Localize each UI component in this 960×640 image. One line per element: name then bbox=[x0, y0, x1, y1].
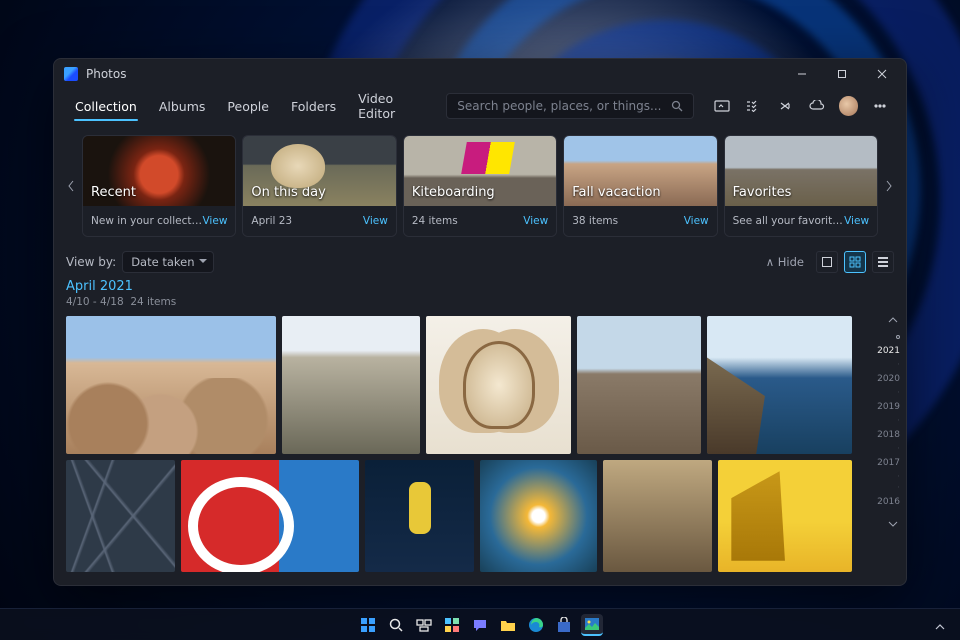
app-icon bbox=[64, 67, 78, 81]
photo-thumbnail[interactable] bbox=[282, 316, 420, 454]
tab-collection[interactable]: Collection bbox=[66, 93, 146, 120]
photos-taskbar-icon[interactable] bbox=[581, 614, 603, 636]
nav-row: Collection Albums People Folders Video E… bbox=[54, 89, 906, 123]
photo-grid bbox=[54, 312, 860, 585]
photo-thumbnail[interactable] bbox=[66, 316, 276, 454]
chevron-up-icon[interactable] bbox=[888, 316, 900, 328]
view-bar: View by: Date taken ∧ Hide bbox=[54, 245, 906, 273]
store-icon[interactable] bbox=[553, 614, 575, 636]
maximize-button[interactable] bbox=[822, 59, 862, 89]
task-view-icon[interactable] bbox=[413, 614, 435, 636]
card-fall-vacation[interactable]: Fall vacaction 38 itemsView bbox=[563, 135, 717, 237]
photo-thumbnail[interactable] bbox=[577, 316, 700, 454]
section-header: April 2021 4/10 - 4/18 24 items bbox=[54, 273, 906, 312]
timeline-year[interactable]: 2018 bbox=[877, 430, 900, 440]
photo-thumbnail[interactable] bbox=[426, 316, 571, 454]
tray-chevron-icon[interactable] bbox=[934, 617, 946, 636]
chat-icon[interactable] bbox=[469, 614, 491, 636]
view-by-label: View by: bbox=[66, 255, 116, 269]
close-button[interactable] bbox=[862, 59, 902, 89]
tab-video-editor[interactable]: Video Editor bbox=[349, 85, 442, 127]
timeline-year[interactable]: 2020 bbox=[877, 374, 900, 384]
tab-people[interactable]: People bbox=[218, 93, 278, 120]
photo-thumbnail[interactable] bbox=[603, 460, 712, 572]
carousel-next[interactable] bbox=[878, 136, 900, 236]
start-button[interactable] bbox=[357, 614, 379, 636]
layout-grid[interactable] bbox=[844, 251, 866, 273]
timeline-year[interactable]: 2021 bbox=[877, 346, 900, 356]
user-avatar[interactable] bbox=[839, 96, 859, 116]
tab-folders[interactable]: Folders bbox=[282, 93, 345, 120]
section-month[interactable]: April 2021 bbox=[66, 279, 894, 294]
photo-thumbnail[interactable] bbox=[480, 460, 597, 572]
timeline-now-icon[interactable] bbox=[896, 335, 900, 339]
edit-icon[interactable] bbox=[771, 92, 799, 120]
minimize-button[interactable] bbox=[782, 59, 822, 89]
select-icon[interactable] bbox=[739, 92, 767, 120]
taskbar bbox=[0, 608, 960, 640]
photo-thumbnail[interactable] bbox=[365, 460, 474, 572]
card-on-this-day[interactable]: On this day April 23View bbox=[242, 135, 396, 237]
tab-albums[interactable]: Albums bbox=[150, 93, 215, 120]
search-placeholder: Search people, places, or things... bbox=[457, 99, 670, 113]
more-icon[interactable] bbox=[866, 92, 894, 120]
timeline-scrubber[interactable]: 2021 · 2020 · 2019 · 2018 · 2017 · · 201… bbox=[860, 312, 906, 585]
card-view-link[interactable]: View bbox=[363, 215, 388, 227]
widgets-icon[interactable] bbox=[441, 614, 463, 636]
app-title: Photos bbox=[86, 67, 126, 81]
card-kiteboarding[interactable]: Kiteboarding 24 itemsView bbox=[403, 135, 557, 237]
photo-thumbnail[interactable] bbox=[718, 460, 852, 572]
cloud-icon[interactable] bbox=[803, 92, 831, 120]
carousel-prev[interactable] bbox=[60, 136, 82, 236]
photo-thumbnail[interactable] bbox=[66, 460, 175, 572]
timeline-year[interactable]: 2019 bbox=[877, 402, 900, 412]
timeline-year[interactable]: 2016 bbox=[877, 497, 900, 507]
chevron-down-icon[interactable] bbox=[888, 520, 900, 532]
card-recent[interactable]: Recent New in your collectionView bbox=[82, 135, 236, 237]
hide-button[interactable]: ∧ Hide bbox=[760, 253, 810, 271]
edge-icon[interactable] bbox=[525, 614, 547, 636]
import-icon[interactable] bbox=[708, 92, 736, 120]
photo-thumbnail[interactable] bbox=[707, 316, 852, 454]
layout-river[interactable] bbox=[872, 251, 894, 273]
photos-window: Photos Collection Albums People Folders … bbox=[53, 58, 907, 586]
titlebar: Photos bbox=[54, 59, 906, 89]
card-view-link[interactable]: View bbox=[523, 215, 548, 227]
search-input[interactable]: Search people, places, or things... bbox=[446, 93, 693, 119]
card-favorites[interactable]: Favorites See all your favorite photosVi… bbox=[724, 135, 878, 237]
taskbar-search-icon[interactable] bbox=[385, 614, 407, 636]
explorer-icon[interactable] bbox=[497, 614, 519, 636]
card-view-link[interactable]: View bbox=[844, 215, 869, 227]
card-view-link[interactable]: View bbox=[684, 215, 709, 227]
layout-single[interactable] bbox=[816, 251, 838, 273]
carousel: Recent New in your collectionView On thi… bbox=[54, 123, 906, 245]
photo-thumbnail[interactable] bbox=[181, 460, 360, 572]
card-view-link[interactable]: View bbox=[202, 215, 227, 227]
view-by-dropdown[interactable]: Date taken bbox=[122, 251, 213, 273]
timeline-year[interactable]: 2017 bbox=[877, 458, 900, 468]
section-subtitle: 4/10 - 4/18 24 items bbox=[66, 296, 894, 308]
search-icon bbox=[671, 100, 683, 112]
